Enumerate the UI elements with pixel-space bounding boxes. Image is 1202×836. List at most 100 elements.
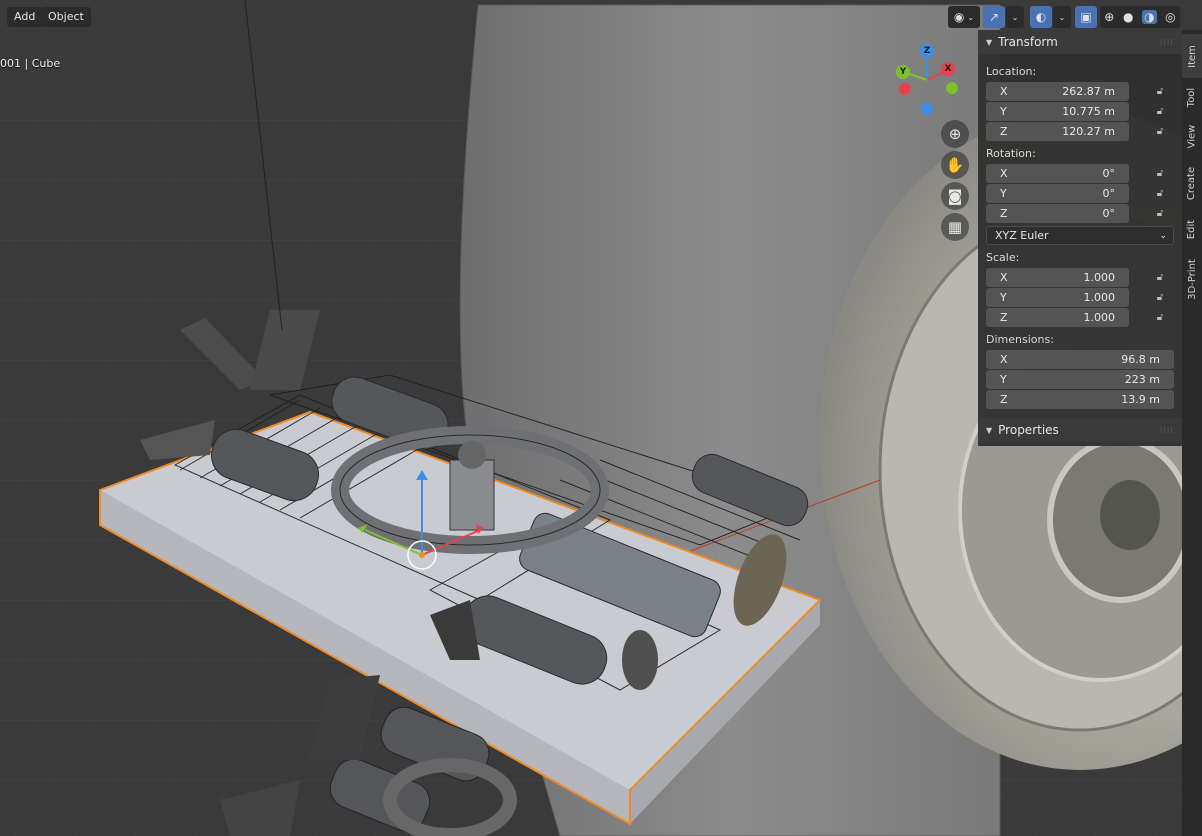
sidebar-tabs: Item Tool View Create Edit 3D-Print bbox=[1182, 30, 1202, 836]
lock-icon[interactable]: 🔓︎ bbox=[1153, 312, 1167, 324]
scale-z-field[interactable]: Z 1.000 bbox=[986, 308, 1129, 327]
chevron-down-icon: ⌄ bbox=[1011, 12, 1019, 22]
lock-icon[interactable]: 🔓︎ bbox=[1153, 168, 1167, 180]
rotation-x-field[interactable]: X 0° bbox=[986, 164, 1129, 183]
visibility-dropdown[interactable]: ◉ ⌄ bbox=[948, 6, 980, 28]
tab-label: View bbox=[1186, 124, 1198, 148]
tab-label: Tool bbox=[1186, 87, 1198, 107]
gizmo-z-icon[interactable]: Z bbox=[920, 44, 934, 58]
axis-label: X bbox=[1000, 353, 1008, 366]
rotation-label: Rotation: bbox=[986, 147, 1036, 160]
wireframe-shading-icon[interactable]: ⊕ bbox=[1104, 10, 1114, 24]
lock-icon[interactable]: 🔓︎ bbox=[1153, 106, 1167, 118]
drag-grip-icon[interactable]: ⁝⁝⁝⁝ bbox=[1160, 38, 1174, 47]
transform-panel-header[interactable]: ▼ Transform ⁝⁝⁝⁝ bbox=[978, 30, 1182, 54]
lock-icon[interactable]: 🔓︎ bbox=[1153, 86, 1167, 98]
field-value: 1.000 bbox=[1083, 271, 1116, 284]
gizmo-y-icon[interactable]: Y bbox=[896, 65, 910, 79]
tab-3d-print[interactable]: 3D-Print bbox=[1182, 248, 1202, 310]
gizmo-dropdown[interactable]: ⌄ bbox=[1006, 6, 1024, 28]
sidebar-n-panel: ▼ Transform ⁝⁝⁝⁝ Location: X 262.87 m 🔓︎ … bbox=[978, 30, 1182, 446]
rendered-shading-icon[interactable]: ◎ bbox=[1165, 10, 1175, 24]
rotation-mode-value: XYZ Euler bbox=[995, 229, 1049, 242]
rotation-y-field[interactable]: Y 0° bbox=[986, 184, 1129, 203]
lock-icon[interactable]: 🔓︎ bbox=[1153, 188, 1167, 200]
xray-icon: ▣ bbox=[1080, 10, 1092, 24]
axis-label: Y bbox=[1000, 105, 1007, 118]
field-value: 0° bbox=[1102, 187, 1116, 200]
drag-grip-icon[interactable]: ⁝⁝⁝⁝ bbox=[1160, 426, 1174, 435]
axis-label: Z bbox=[1000, 125, 1008, 138]
overlays-toggle-button[interactable]: ◐ bbox=[1030, 6, 1052, 28]
field-value: 13.9 m bbox=[1121, 393, 1160, 406]
field-value: 0° bbox=[1102, 167, 1116, 180]
eye-icon: ◉ bbox=[953, 10, 965, 24]
axis-label: X bbox=[1000, 271, 1008, 284]
axis-label: Z bbox=[1000, 311, 1008, 324]
tab-item[interactable]: Item bbox=[1182, 34, 1202, 78]
shading-mode-group[interactable]: ⊕ ● ◑ ◎ bbox=[1100, 6, 1180, 28]
dimensions-label: Dimensions: bbox=[986, 333, 1054, 346]
field-value: 0° bbox=[1102, 207, 1116, 220]
scale-label: Scale: bbox=[986, 251, 1020, 264]
zoom-icon[interactable]: ⊕ bbox=[941, 120, 969, 148]
gizmo-neg-x-icon[interactable] bbox=[899, 83, 911, 95]
dimensions-y-field[interactable]: Y 223 m bbox=[986, 370, 1174, 389]
solid-shading-icon[interactable]: ● bbox=[1123, 10, 1133, 24]
location-label: Location: bbox=[986, 65, 1037, 78]
tab-label: 3D-Print bbox=[1186, 258, 1198, 300]
tab-edit[interactable]: Edit bbox=[1182, 210, 1202, 248]
camera-icon[interactable]: ◙ bbox=[941, 182, 969, 210]
overlays-icon: ◐ bbox=[1035, 10, 1047, 24]
location-x-field[interactable]: X 262.87 m bbox=[986, 82, 1129, 101]
xray-toggle-button[interactable]: ▣ bbox=[1075, 6, 1097, 28]
chevron-down-icon: ⌄ bbox=[1159, 230, 1167, 241]
active-object-label: 001 | Cube bbox=[0, 57, 61, 70]
add-menu[interactable]: Add bbox=[7, 7, 43, 27]
gizmo-toggle-button[interactable]: ↗ bbox=[983, 6, 1005, 28]
lock-icon[interactable]: 🔓︎ bbox=[1153, 292, 1167, 304]
transform-title: Transform bbox=[998, 35, 1058, 49]
axis-label: Y bbox=[1000, 373, 1007, 386]
gizmo-icon: ↗ bbox=[988, 10, 1000, 24]
properties-title: Properties bbox=[998, 423, 1059, 437]
tab-label: Create bbox=[1186, 166, 1198, 200]
chevron-down-icon: ⌄ bbox=[967, 12, 975, 22]
axis-label: Y bbox=[1000, 187, 1007, 200]
axis-label: Z bbox=[1000, 393, 1008, 406]
field-value: 1.000 bbox=[1083, 311, 1116, 324]
gizmo-neg-y-icon[interactable] bbox=[946, 82, 958, 94]
field-value: 10.775 m bbox=[1062, 105, 1115, 118]
axis-label: Z bbox=[1000, 207, 1008, 220]
location-y-field[interactable]: Y 10.775 m bbox=[986, 102, 1129, 121]
pan-hand-icon[interactable]: ✋ bbox=[941, 151, 969, 179]
scale-y-field[interactable]: Y 1.000 bbox=[986, 288, 1129, 307]
lock-icon[interactable]: 🔓︎ bbox=[1153, 208, 1167, 220]
collapse-triangle-icon: ▼ bbox=[986, 425, 993, 435]
axis-label: X bbox=[1000, 167, 1008, 180]
tab-tool[interactable]: Tool bbox=[1182, 78, 1202, 116]
axis-label: Y bbox=[1000, 291, 1007, 304]
gizmo-x-icon[interactable]: X bbox=[941, 62, 955, 76]
overlays-dropdown[interactable]: ⌄ bbox=[1053, 6, 1071, 28]
tab-create[interactable]: Create bbox=[1182, 156, 1202, 210]
field-value: 120.27 m bbox=[1062, 125, 1115, 138]
object-menu[interactable]: Object bbox=[41, 7, 91, 27]
properties-panel-header[interactable]: ▼ Properties ⁝⁝⁝⁝ bbox=[978, 418, 1182, 442]
tab-label: Item bbox=[1186, 44, 1198, 68]
tab-view[interactable]: View bbox=[1182, 116, 1202, 156]
tab-label: Edit bbox=[1186, 219, 1198, 239]
rotation-mode-dropdown[interactable]: XYZ Euler ⌄ bbox=[986, 226, 1174, 245]
dimensions-x-field[interactable]: X 96.8 m bbox=[986, 350, 1174, 369]
chevron-down-icon: ⌄ bbox=[1058, 12, 1066, 22]
dimensions-z-field[interactable]: Z 13.9 m bbox=[986, 390, 1174, 409]
gizmo-neg-z-icon[interactable] bbox=[921, 103, 933, 115]
axis-label: X bbox=[1000, 85, 1008, 98]
scale-x-field[interactable]: X 1.000 bbox=[986, 268, 1129, 287]
location-z-field[interactable]: Z 120.27 m bbox=[986, 122, 1129, 141]
lock-icon[interactable]: 🔓︎ bbox=[1153, 126, 1167, 138]
lock-icon[interactable]: 🔓︎ bbox=[1153, 272, 1167, 284]
grid-perspective-icon[interactable]: ▦ bbox=[941, 213, 969, 241]
rotation-z-field[interactable]: Z 0° bbox=[986, 204, 1129, 223]
material-preview-shading-icon[interactable]: ◑ bbox=[1142, 10, 1157, 24]
